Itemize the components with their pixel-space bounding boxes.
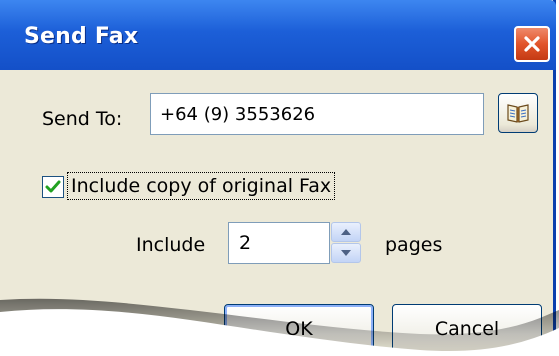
torn-edge-effect bbox=[0, 298, 559, 356]
title-bar[interactable]: Send Fax bbox=[0, 0, 556, 70]
checkmark-icon bbox=[45, 180, 61, 193]
send-to-input[interactable]: +64 (9) 3553626 bbox=[150, 93, 484, 135]
pages-spin-up-button[interactable] bbox=[331, 222, 361, 242]
dialog-title: Send Fax bbox=[24, 24, 139, 49]
close-icon bbox=[524, 36, 540, 52]
include-copy-label[interactable]: Include copy of original Fax bbox=[67, 172, 336, 200]
arrow-up-icon bbox=[341, 229, 351, 235]
include-copy-checkbox[interactable] bbox=[42, 176, 64, 198]
close-button[interactable] bbox=[514, 26, 550, 62]
address-book-button[interactable] bbox=[498, 93, 538, 133]
address-book-icon bbox=[507, 104, 529, 123]
send-to-label: Send To: bbox=[42, 108, 123, 130]
screenshot-stage: Send Fax Send To: +64 (9) 3553626 Includ… bbox=[0, 0, 559, 356]
